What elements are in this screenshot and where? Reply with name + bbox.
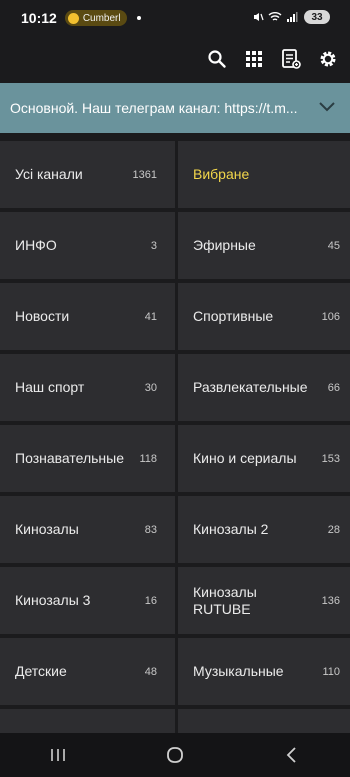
category-count: 30 (144, 381, 157, 394)
category-name: Кинозалы RUTUBE (193, 583, 257, 617)
category-music[interactable]: Музыкальные 110 (178, 638, 350, 705)
category-cinema-halls[interactable]: Кинозалы 83 (0, 496, 175, 563)
system-icons: 33 (252, 10, 330, 24)
category-count: 153 (321, 452, 340, 465)
mute-icon (254, 13, 264, 21)
category-entertainment[interactable]: Развлекательные 66 (178, 354, 350, 421)
home-button[interactable] (155, 740, 195, 770)
category-name: Музыкальные (193, 663, 284, 679)
category-count: 110 (322, 665, 340, 678)
back-button[interactable] (272, 740, 312, 770)
category-name: Познавательные (15, 450, 125, 466)
category-count: 136 (321, 594, 340, 607)
wifi-icon (268, 12, 282, 21)
status-bar: 10:12 Cumberl 33 (0, 0, 350, 36)
category-educational[interactable]: Познавательные 118 (0, 425, 175, 492)
category-count: 66 (327, 381, 340, 394)
recent-apps-icon (51, 749, 66, 761)
category-count: 45 (327, 239, 340, 252)
battery-indicator: 33 (304, 10, 330, 24)
category-count: 16 (144, 594, 157, 607)
category-name: ИНФО (15, 237, 57, 253)
category-count: 1361 (132, 168, 157, 181)
media-indicator[interactable]: Cumberl (64, 10, 127, 26)
category-count: 41 (144, 310, 157, 323)
category-name: Детские (15, 663, 67, 679)
category-name: Наш спорт (15, 379, 85, 395)
category-name: Развлекательные (193, 379, 308, 395)
top-toolbar (0, 36, 350, 82)
system-nav-bar (0, 733, 350, 777)
media-label: Cumberl (82, 12, 121, 24)
search-icon (208, 50, 226, 68)
category-cinema-halls-rutube[interactable]: Кинозалы RUTUBE 136 (178, 567, 350, 634)
category-favorites[interactable]: Вибране (178, 141, 350, 208)
category-count: 106 (321, 310, 340, 323)
category-name: Вибране (193, 166, 250, 182)
category-name: Новости (15, 308, 70, 324)
category-info[interactable]: ИНФО 3 (0, 212, 175, 279)
category-count: 3 (150, 239, 157, 252)
settings-icon (320, 51, 336, 67)
grid-icon (246, 51, 262, 67)
category-grid: Усі канали 1361 Вибране ИНФО 3 Эфирные 4… (0, 141, 350, 776)
home-icon (167, 747, 183, 763)
category-cinema-halls-2[interactable]: Кинозалы 2 28 (178, 496, 350, 563)
category-movies-series[interactable]: Кино и сериалы 153 (178, 425, 350, 492)
category-name: Кинозалы 2 (193, 521, 269, 537)
category-name: Спортивные (193, 308, 274, 324)
category-our-sport[interactable]: Наш спорт 30 (0, 354, 175, 421)
category-name: Кино и сериалы (193, 450, 297, 466)
category-count: 28 (327, 523, 340, 536)
category-kids[interactable]: Детские 48 (0, 638, 175, 705)
media-app-icon (67, 12, 79, 24)
group-selector[interactable]: Основной. Наш телеграм канал: https://t.… (0, 83, 350, 133)
category-name: Усі канали (15, 166, 83, 182)
search-button[interactable] (205, 47, 229, 71)
category-cinema-halls-3[interactable]: Кинозалы 3 16 (0, 567, 175, 634)
category-name: Кинозалы 3 (15, 592, 91, 608)
category-count: 48 (144, 665, 157, 678)
playlist-button[interactable] (279, 47, 303, 71)
settings-button[interactable] (316, 47, 340, 71)
notification-dot-icon (136, 16, 141, 20)
signal-icon (287, 12, 298, 22)
category-count: 118 (139, 452, 157, 465)
recent-apps-button[interactable] (38, 740, 78, 770)
grid-view-button[interactable] (242, 47, 266, 71)
category-name: Эфирные (193, 237, 256, 253)
status-time: 10:12 (21, 10, 57, 26)
category-broadcast[interactable]: Эфирные 45 (178, 212, 350, 279)
category-name: Кинозалы (15, 521, 79, 537)
category-all-channels[interactable]: Усі канали 1361 (0, 141, 175, 208)
category-sports[interactable]: Спортивные 106 (178, 283, 350, 350)
category-count: 83 (144, 523, 157, 536)
category-news[interactable]: Новости 41 (0, 283, 175, 350)
playlist-icon (282, 49, 301, 69)
group-label: Основной. Наш телеграм канал: https://t.… (10, 100, 298, 116)
chevron-down-icon (319, 102, 335, 112)
back-icon (286, 747, 296, 763)
